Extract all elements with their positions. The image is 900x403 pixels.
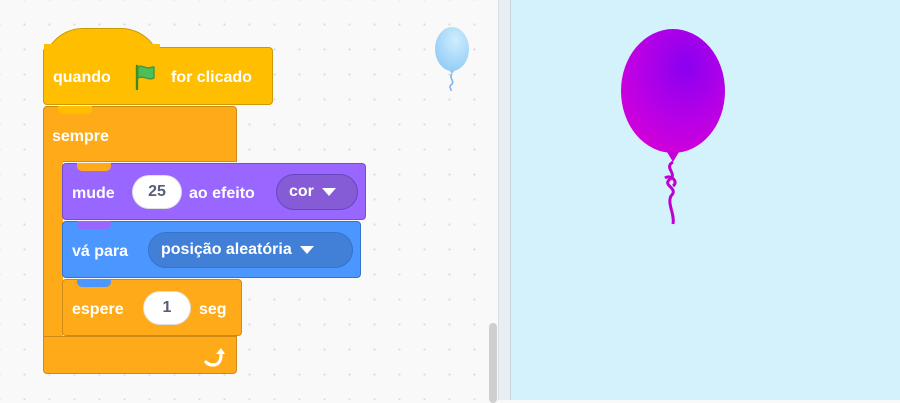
- effect-dropdown-value: cor: [289, 183, 314, 200]
- forever-block[interactable]: sempre: [43, 106, 237, 162]
- change-effect-middle-label: ao efeito: [189, 185, 255, 202]
- when-flag-clicked-block[interactable]: quando for clicado: [43, 47, 273, 105]
- block-notch: [77, 221, 111, 229]
- sprite-thumbnail-balloon-icon[interactable]: [432, 25, 472, 96]
- go-to-block[interactable]: vá para posição aleatória: [62, 221, 361, 278]
- hat-block-cap-fill: [44, 44, 160, 52]
- vertical-scrollbar[interactable]: [489, 323, 497, 403]
- forever-block-arm: [43, 160, 63, 340]
- change-effect-prefix: mude: [72, 185, 115, 202]
- code-area[interactable]: quando for clicado sempre mude 25 ao efe…: [0, 0, 498, 403]
- green-flag-icon: [132, 63, 160, 96]
- hat-block-suffix: for clicado: [171, 69, 252, 86]
- go-to-target-value: posição aleatória: [161, 241, 292, 258]
- go-to-target-dropdown[interactable]: posição aleatória: [148, 232, 353, 268]
- effect-dropdown[interactable]: cor: [276, 174, 358, 210]
- effect-amount-input[interactable]: 25: [132, 175, 182, 209]
- forever-block-label: sempre: [52, 128, 109, 145]
- dropdown-arrow-icon: [299, 246, 314, 254]
- block-notch: [77, 163, 111, 171]
- loop-arrow-icon: [202, 346, 226, 373]
- wait-prefix: espere: [72, 301, 124, 318]
- dropdown-arrow-icon: [321, 188, 336, 196]
- balloon-sprite[interactable]: [615, 28, 739, 233]
- wait-suffix: seg: [199, 301, 227, 318]
- go-to-prefix: vá para: [72, 243, 129, 260]
- forever-block-bottom[interactable]: [43, 336, 237, 374]
- stage[interactable]: [511, 0, 900, 400]
- hat-block-prefix: quando: [53, 69, 111, 86]
- pane-divider: [498, 0, 511, 400]
- change-effect-block[interactable]: mude 25 ao efeito cor: [62, 163, 366, 220]
- wait-block[interactable]: espere 1 seg: [62, 279, 242, 336]
- block-notch: [77, 279, 111, 287]
- block-notch: [58, 106, 92, 114]
- wait-seconds-input[interactable]: 1: [143, 291, 191, 325]
